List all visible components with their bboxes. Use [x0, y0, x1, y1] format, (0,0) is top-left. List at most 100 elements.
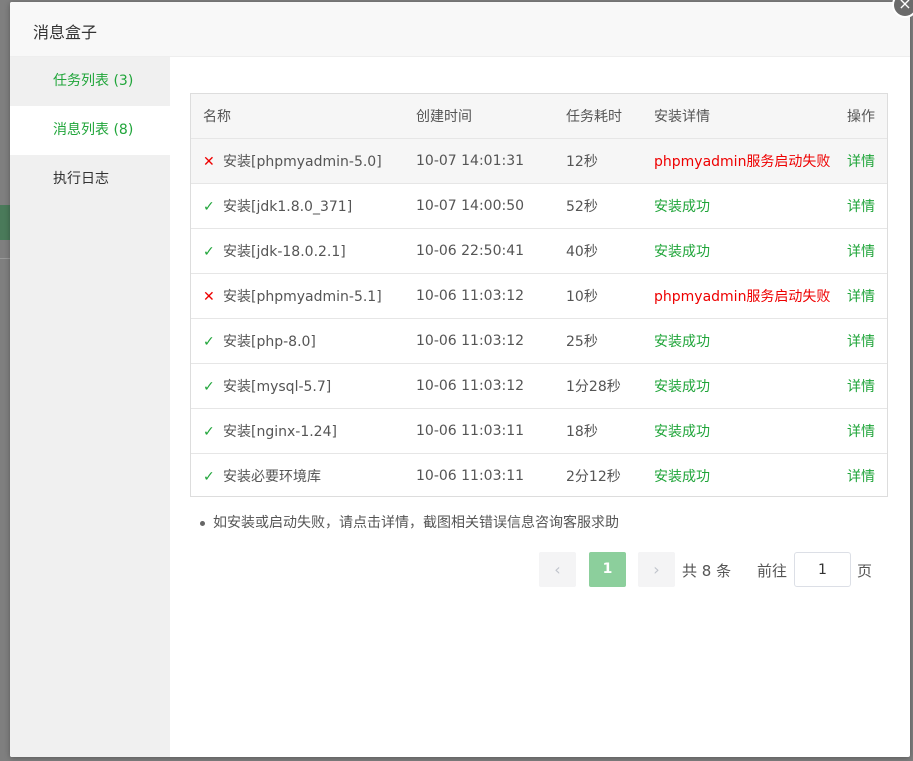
close-glyph: ×: [898, 0, 912, 13]
cell-install-detail: phpmyadmin服务启动失败: [654, 288, 831, 305]
check-icon: ✓: [203, 378, 215, 395]
cell-install-detail: phpmyadmin服务启动失败: [654, 153, 831, 170]
cell-action: 详情: [835, 408, 887, 453]
cell-created-time: 10-06 11:03:12: [416, 287, 525, 304]
detail-link[interactable]: 详情: [847, 154, 875, 170]
sidebar: 任务列表 (3) 消息列表 (8) 执行日志: [10, 57, 170, 757]
sidebar-item-execution-log[interactable]: 执行日志: [10, 155, 170, 204]
cell-name: ✕ 安装[phpmyadmin-5.1]: [191, 273, 404, 318]
chevron-left-icon: ‹: [554, 560, 561, 579]
cell-created-time: 10-06 11:03:11: [416, 467, 525, 484]
column-header-created-time: 创建时间: [404, 94, 554, 139]
task-name: 安装[jdk-18.0.2.1]: [223, 243, 346, 260]
detail-link[interactable]: 详情: [847, 424, 875, 440]
detail-link[interactable]: 详情: [847, 334, 875, 350]
sidebar-item-message-list[interactable]: 消息列表 (8): [10, 106, 170, 155]
table-row: ✓ 安装[php-8.0] 10-06 11:03:12 25秒 安装成功 详情: [191, 318, 887, 363]
cell-duration: 1分28秒: [566, 378, 621, 395]
dialog-title: 消息盒子: [33, 23, 98, 42]
column-header-name: 名称: [191, 94, 404, 139]
detail-link[interactable]: 详情: [847, 469, 875, 485]
cell-created-time: 10-06 11:03:12: [416, 332, 525, 349]
cell-duration: 25秒: [566, 333, 598, 350]
sidebar-item-label: 消息列表 (8): [53, 122, 134, 138]
cell-install-detail: 安装成功: [654, 468, 710, 485]
cell-duration: 2分12秒: [566, 468, 621, 485]
cell-action: 详情: [835, 363, 887, 408]
sidebar-item-label: 任务列表 (3): [53, 73, 134, 89]
table-row: ✕ 安装[phpmyadmin-5.1] 10-06 11:03:12 10秒 phpm…: [191, 273, 887, 318]
message-box-dialog: 消息盒子 任务列表 (3) 消息列表 (8) 执行日志 名称 创建时间 任务耗时: [10, 2, 910, 757]
cell-name: ✓ 安装必要环境库: [191, 453, 404, 496]
dialog-header: 消息盒子: [10, 2, 910, 57]
cross-icon: ✕: [203, 288, 215, 305]
cell-action: 详情: [835, 318, 887, 363]
column-header-install-detail: 安装详情: [642, 94, 835, 139]
page-unit-label: 页: [857, 562, 873, 580]
column-header-duration: 任务耗时: [554, 94, 642, 139]
cell-install-detail: 安装成功: [654, 243, 710, 260]
goto-page-input[interactable]: [794, 552, 851, 587]
detail-link[interactable]: 详情: [847, 244, 875, 260]
table-row: ✓ 安装[mysql-5.7] 10-06 11:03:12 1分28秒 安装成功 详情: [191, 363, 887, 408]
total-count: 共 8 条: [682, 562, 732, 580]
chevron-right-icon: ›: [653, 560, 660, 579]
check-icon: ✓: [203, 198, 215, 215]
cell-created-time: 10-07 14:00:50: [416, 197, 525, 214]
main-content: 名称 创建时间 任务耗时 安装详情 操作 ✕ 安装[phpmyadmin-5.0]…: [170, 57, 910, 757]
task-name: 安装[phpmyadmin-5.1]: [223, 288, 382, 305]
cell-duration: 12秒: [566, 153, 598, 170]
page-number-button[interactable]: 1: [589, 552, 626, 587]
cell-created-time: 10-06 22:50:41: [416, 242, 525, 259]
table-row: ✓ 安装必要环境库 10-06 11:03:11 2分12秒 安装成功 详情: [191, 453, 887, 496]
bullet-icon: [200, 520, 205, 526]
cell-duration: 40秒: [566, 243, 598, 260]
pagination: ‹ 1 › 共 8 条 前往 页: [170, 552, 910, 588]
detail-link[interactable]: 详情: [847, 379, 875, 395]
cell-install-detail: 安装成功: [654, 198, 710, 215]
cell-install-detail: 安装成功: [654, 378, 710, 395]
cell-action: 详情: [835, 183, 887, 228]
check-icon: ✓: [203, 243, 215, 260]
help-note-text: 如安装或启动失败，请点击详情，截图相关错误信息咨询客服求助: [213, 515, 619, 531]
cell-name: ✓ 安装[nginx-1.24]: [191, 408, 404, 453]
table-row: ✓ 安装[nginx-1.24] 10-06 11:03:11 18秒 安装成功 详情: [191, 408, 887, 453]
detail-link[interactable]: 详情: [847, 199, 875, 215]
cell-created-time: 10-06 11:03:11: [416, 422, 525, 439]
table-row: ✓ 安装[jdk-18.0.2.1] 10-06 22:50:41 40秒 安装成功 详情: [191, 228, 887, 273]
task-name: 安装[phpmyadmin-5.0]: [223, 153, 382, 170]
cell-install-detail: 安装成功: [654, 423, 710, 440]
prev-page-button[interactable]: ‹: [539, 552, 576, 587]
cell-name: ✓ 安装[jdk-18.0.2.1]: [191, 228, 404, 273]
table-header-row: 名称 创建时间 任务耗时 安装详情 操作: [191, 94, 887, 139]
cell-action: 详情: [835, 228, 887, 273]
help-note: 如安装或启动失败，请点击详情，截图相关错误信息咨询客服求助: [200, 512, 619, 532]
cross-icon: ✕: [203, 153, 215, 170]
message-table: 名称 创建时间 任务耗时 安装详情 操作 ✕ 安装[phpmyadmin-5.0]…: [190, 93, 888, 497]
next-page-button[interactable]: ›: [638, 552, 675, 587]
sidebar-item-task-list[interactable]: 任务列表 (3): [10, 57, 170, 106]
background-divider: [0, 258, 10, 259]
cell-name: ✓ 安装[jdk1.8.0_371]: [191, 183, 404, 228]
cell-action: 详情: [835, 453, 887, 496]
goto-label: 前往: [757, 562, 788, 580]
table-row: ✓ 安装[jdk1.8.0_371] 10-07 14:00:50 52秒 安装成功 详情: [191, 183, 887, 228]
detail-link[interactable]: 详情: [847, 289, 875, 305]
cell-name: ✕ 安装[phpmyadmin-5.0]: [191, 138, 404, 183]
check-icon: ✓: [203, 333, 215, 350]
check-icon: ✓: [203, 423, 215, 440]
sidebar-item-label: 执行日志: [53, 171, 109, 187]
task-name: 安装[nginx-1.24]: [223, 423, 337, 440]
cell-duration: 52秒: [566, 198, 598, 215]
cell-created-time: 10-07 14:01:31: [416, 152, 525, 169]
task-name: 安装[jdk1.8.0_371]: [223, 198, 353, 215]
cell-name: ✓ 安装[php-8.0]: [191, 318, 404, 363]
background-strip: [0, 205, 10, 240]
cell-action: 详情: [835, 273, 887, 318]
task-name: 安装必要环境库: [223, 468, 321, 485]
cell-name: ✓ 安装[mysql-5.7]: [191, 363, 404, 408]
cell-duration: 10秒: [566, 288, 598, 305]
check-icon: ✓: [203, 468, 215, 485]
table-row: ✕ 安装[phpmyadmin-5.0] 10-07 14:01:31 12秒 phpm…: [191, 138, 887, 183]
cell-install-detail: 安装成功: [654, 333, 710, 350]
